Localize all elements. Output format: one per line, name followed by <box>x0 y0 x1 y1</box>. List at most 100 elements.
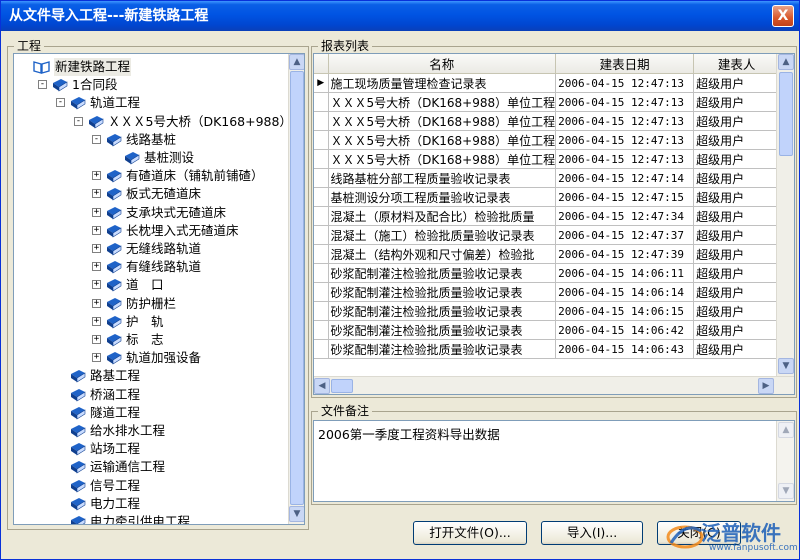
cell-creator: 超级用户 <box>693 339 781 359</box>
report-table: 名称 建表日期 建表人 ▶ 施工现场质量管理检查记录表 2006-04-15 12:… <box>314 54 781 359</box>
expand-toggle-icon[interactable]: + <box>92 353 101 363</box>
collapse-toggle-icon[interactable]: - <box>74 116 83 126</box>
expand-toggle-icon[interactable]: + <box>92 207 101 217</box>
title-bar[interactable]: 从文件导入工程---新建铁路工程 <box>1 1 799 31</box>
table-row[interactable]: 混凝土（原材料及配合比）检验批质量 2006-04-15 12:47:34 超级用户 <box>314 206 781 226</box>
import-dialog-window: 从文件导入工程---新建铁路工程 X 工程 新建铁路工程 -1合同段 - 轨道工程 - Ｘ… <box>0 0 800 560</box>
cell-report-name: 基桩测设分项工程质量验收记录表 <box>328 187 557 207</box>
cell-creator: 超级用户 <box>693 244 781 264</box>
row-indicator-icon: ▶ <box>314 73 329 93</box>
expand-toggle-icon[interactable]: + <box>92 244 101 253</box>
tree-node-label: 防护栅栏 <box>126 295 177 311</box>
report-scroll-thumb[interactable] <box>779 72 793 156</box>
tree-node-label: 电力牵引供电工程 <box>90 514 191 524</box>
table-row[interactable]: ＸＸＸ5号大桥（DK168+988）单位工程 2006-04-15 12:47:1… <box>314 149 781 169</box>
tree-vertical-scrollbar[interactable]: ▲ ▼ <box>288 54 304 524</box>
tree-node-label: 新建铁路工程 <box>54 58 132 76</box>
tree-node-label: ＸＸＸ5号大桥（DK168+988） <box>108 113 288 129</box>
expand-toggle-icon[interactable]: + <box>92 262 101 272</box>
report-vertical-scrollbar[interactable]: ▲ ▼ <box>776 54 794 376</box>
expand-toggle-icon[interactable]: + <box>92 189 101 199</box>
notes-label: 文件备注 <box>318 403 373 419</box>
table-row[interactable]: 混凝土（结构外观和尺寸偏差）检验批 2006-04-15 12:47:39 超级用户 <box>314 244 781 264</box>
report-scroll-up-icon[interactable]: ▲ <box>778 54 794 70</box>
column-header-creator[interactable]: 建表人 <box>693 54 781 74</box>
table-row[interactable]: 砂浆配制灌注检验批质量验收记录表 2006-04-15 14:06:43 超级用户 <box>314 339 781 359</box>
cell-created-date: 2006-04-15 14:06:15 <box>555 301 695 321</box>
tree-node-label: 路基工程 <box>90 368 141 384</box>
tree-node-label: 1合同段 <box>72 77 118 93</box>
expand-toggle-icon[interactable]: + <box>92 298 101 308</box>
close-window-button[interactable]: X <box>772 5 794 27</box>
cell-creator: 超级用户 <box>693 225 781 245</box>
notes-vertical-scrollbar[interactable]: ▲ ▼ <box>776 421 794 501</box>
report-table-header: 名称 建表日期 建表人 <box>314 54 781 74</box>
cell-creator: 超级用户 <box>693 282 781 302</box>
expand-toggle-icon[interactable]: + <box>92 225 101 235</box>
table-row[interactable]: 砂浆配制灌注检验批质量验收记录表 2006-04-15 14:06:11 超级用户 <box>314 263 781 283</box>
tree-scroll-up-icon[interactable]: ▲ <box>289 54 304 70</box>
table-row[interactable]: 砂浆配制灌注检验批质量验收记录表 2006-04-15 14:06:15 超级用户 <box>314 301 781 321</box>
notes-textarea[interactable]: 2006第一季度工程资料导出数据 ▲ ▼ <box>313 420 795 502</box>
cell-report-name: ＸＸＸ5号大桥（DK168+988）单位工程 <box>328 92 557 112</box>
notes-scroll-up-icon[interactable]: ▲ <box>778 422 794 438</box>
table-row[interactable]: ＸＸＸ5号大桥（DK168+988）单位工程 2006-04-15 12:47:1… <box>314 130 781 150</box>
table-row[interactable]: ＸＸＸ5号大桥（DK168+988）单位工程 2006-04-15 12:47:1… <box>314 92 781 112</box>
table-row[interactable]: ＸＸＸ5号大桥（DK168+988）单位工程 2006-04-15 12:47:1… <box>314 111 781 131</box>
tree-node-label: 线路基桩 <box>126 131 177 147</box>
report-scroll-right-icon[interactable]: ▶ <box>758 378 774 394</box>
tree-node-label: 长枕埋入式无碴道床 <box>126 222 239 238</box>
book-icon <box>71 97 86 110</box>
cell-created-date: 2006-04-15 12:47:15 <box>555 187 695 207</box>
report-table-view[interactable]: 名称 建表日期 建表人 ▶ 施工现场质量管理检查记录表 2006-04-15 12:… <box>313 53 795 395</box>
column-header-created-date[interactable]: 建表日期 <box>555 54 695 74</box>
table-row[interactable]: 砂浆配制灌注检验批质量验收记录表 2006-04-15 14:06:42 超级用户 <box>314 320 781 340</box>
collapse-toggle-icon[interactable]: - <box>56 98 65 108</box>
expand-toggle-icon[interactable]: + <box>92 280 101 290</box>
book-icon <box>71 388 86 402</box>
notes-scroll-down-icon[interactable]: ▼ <box>778 483 794 499</box>
report-scroll-left-icon[interactable]: ◀ <box>314 378 330 394</box>
cell-creator: 超级用户 <box>693 130 781 150</box>
cell-created-date: 2006-04-15 12:47:34 <box>555 206 695 226</box>
report-scroll-down-icon[interactable]: ▼ <box>778 358 794 374</box>
table-row[interactable]: 砂浆配制灌注检验批质量验收记录表 2006-04-15 14:06:14 超级用户 <box>314 282 781 302</box>
open-file-button[interactable]: 打开文件(O)... <box>413 521 527 545</box>
collapse-toggle-icon[interactable]: - <box>38 80 47 90</box>
report-list-label: 报表列表 <box>318 38 373 54</box>
report-horizontal-scrollbar[interactable]: ◀ ▶ <box>314 376 794 394</box>
cell-report-name: ＸＸＸ5号大桥（DK168+988）单位工程 <box>328 149 557 169</box>
book-icon <box>107 170 122 183</box>
book-icon <box>71 443 86 456</box>
cell-report-name: ＸＸＸ5号大桥（DK168+988）单位工程 <box>328 130 557 150</box>
open-book-icon <box>33 61 50 74</box>
tree-scroll-thumb[interactable] <box>290 71 304 505</box>
column-header-name[interactable]: 名称 <box>328 54 557 74</box>
table-row[interactable]: 混凝土（施工）检验批质量验收记录表 2006-04-15 12:47:37 超级用户 <box>314 225 781 245</box>
cell-creator: 超级用户 <box>693 73 781 93</box>
cell-report-name: 砂浆配制灌注检验批质量验收记录表 <box>328 320 557 340</box>
book-icon <box>89 115 104 129</box>
project-tree-view[interactable]: 新建铁路工程 -1合同段 - 轨道工程 - ＸＸＸ5号大桥（DK168+988） - 线路基桩… <box>13 53 305 525</box>
book-icon <box>71 497 86 511</box>
collapse-toggle-icon[interactable]: - <box>92 134 101 144</box>
table-row[interactable]: 线路基桩分部工程质量验收记录表 2006-04-15 12:47:14 超级用户 <box>314 168 781 188</box>
tree-node-label: 给水排水工程 <box>90 423 166 438</box>
expand-toggle-icon[interactable]: + <box>92 171 101 181</box>
book-icon <box>71 370 86 383</box>
tree-node-label: 桥涵工程 <box>90 386 141 402</box>
book-icon <box>71 461 86 474</box>
row-indicator-icon <box>314 206 329 226</box>
expand-toggle-icon[interactable]: + <box>92 316 101 326</box>
tree-scroll-down-icon[interactable]: ▼ <box>289 506 304 522</box>
cell-creator: 超级用户 <box>693 206 781 226</box>
expand-toggle-icon[interactable]: + <box>92 335 101 344</box>
table-row[interactable]: 基桩测设分项工程质量验收记录表 2006-04-15 12:47:15 超级用户 <box>314 187 781 207</box>
brand-url: www.fanpusoft.com <box>709 543 798 553</box>
table-row[interactable]: ▶ 施工现场质量管理检查记录表 2006-04-15 12:47:13 超级用户 <box>314 73 781 93</box>
cell-created-date: 2006-04-15 12:47:37 <box>555 225 695 245</box>
cell-created-date: 2006-04-15 14:06:14 <box>555 282 695 302</box>
import-button[interactable]: 导入(I)... <box>541 521 643 545</box>
row-indicator-icon <box>314 339 329 359</box>
report-hscroll-thumb[interactable] <box>331 379 353 393</box>
